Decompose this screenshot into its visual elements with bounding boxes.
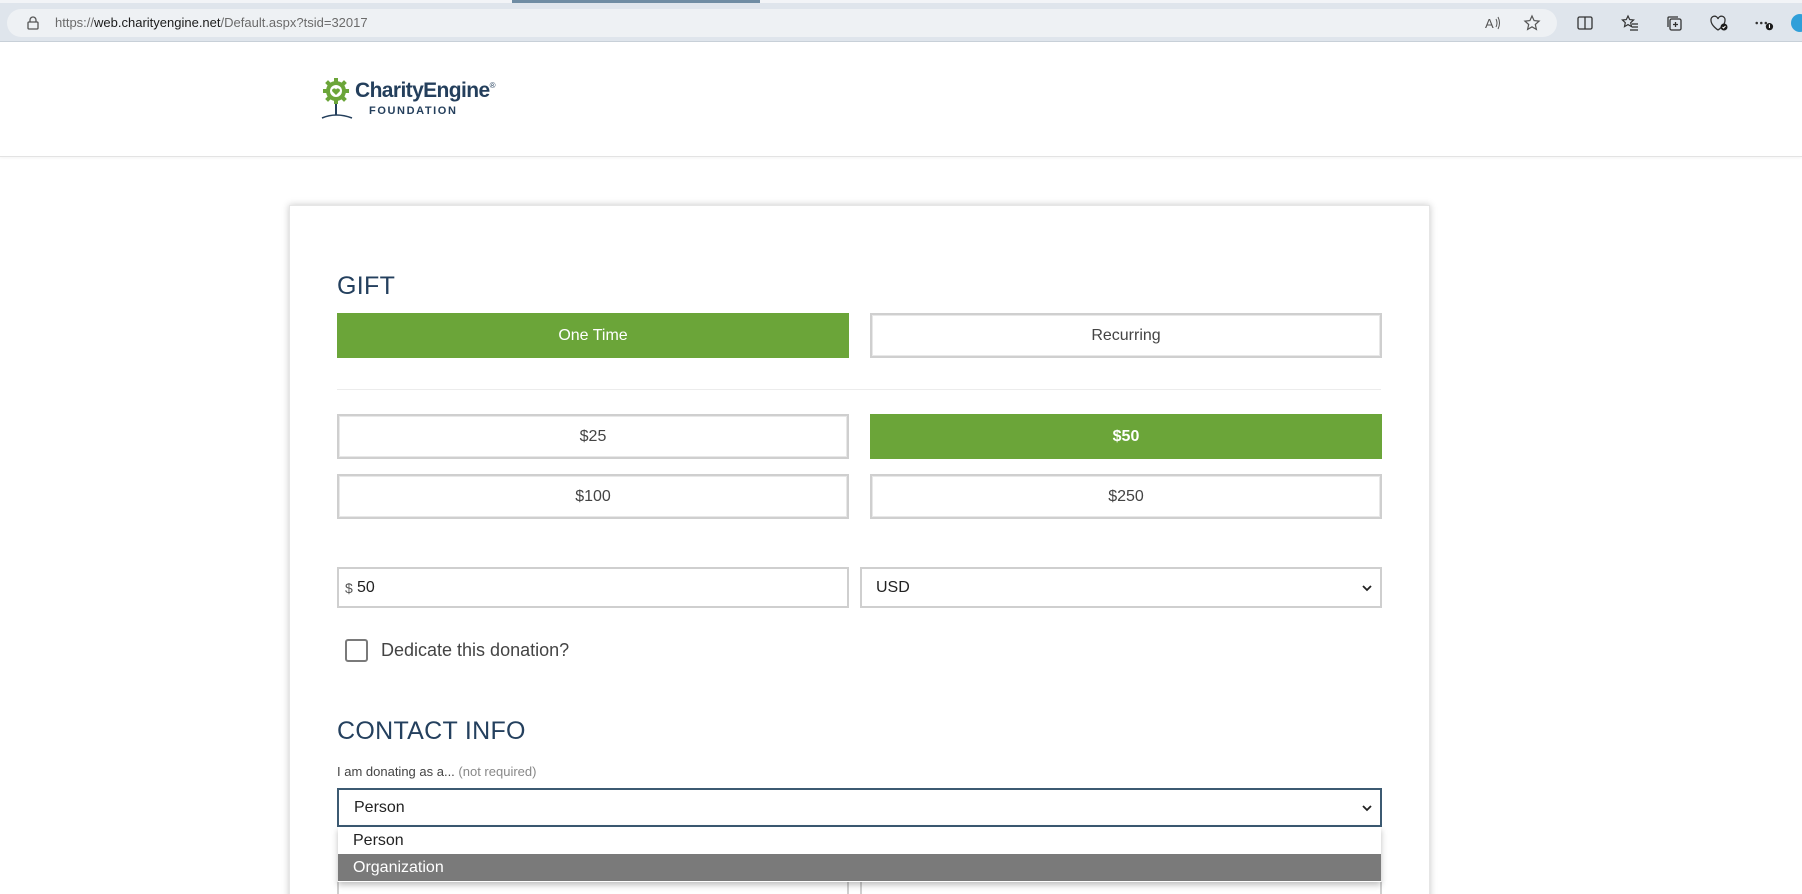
more-icon[interactable] [1754, 13, 1774, 33]
donor-type-select[interactable]: Person [337, 788, 1382, 827]
chevron-down-icon [1362, 805, 1372, 812]
donor-type-label: I am donating as a... (not required) [337, 764, 536, 779]
url-text[interactable]: https://web.charityengine.net/Default.as… [55, 15, 368, 30]
tab-strip [760, 0, 1802, 3]
tab-strip [0, 0, 512, 3]
dropdown-option-person[interactable]: Person [338, 827, 1381, 854]
dedicate-checkbox[interactable] [345, 639, 368, 662]
custom-amount-field[interactable]: $ [337, 567, 849, 608]
section-divider [337, 389, 1381, 390]
favorites-icon[interactable] [1620, 13, 1640, 33]
amount-250-button[interactable]: $250 [870, 474, 1382, 519]
currency-value: USD [876, 578, 910, 596]
amount-100-button[interactable]: $100 [337, 474, 849, 519]
currency-select[interactable]: USD [860, 567, 1382, 608]
first-name-field[interactable] [337, 882, 849, 894]
not-required-hint: (not required) [458, 764, 537, 779]
chevron-down-icon [1362, 585, 1372, 592]
split-screen-icon[interactable] [1575, 13, 1595, 33]
logo-wordmark: CharityEngine® [355, 79, 495, 103]
donation-form-card: GIFT One Time Recurring $25 $50 $100 $25… [289, 205, 1430, 894]
logo-mark-icon [321, 78, 353, 119]
logo-name-text: CharityEngine [355, 79, 490, 102]
recurring-button[interactable]: Recurring [870, 313, 1382, 358]
registered-mark: ® [489, 81, 496, 90]
svg-text:A: A [1485, 16, 1494, 31]
favorite-star-icon[interactable] [1522, 13, 1542, 33]
url-path: /Default.aspx?tsid=32017 [220, 15, 368, 30]
dropdown-option-organization[interactable]: Organization [338, 854, 1381, 881]
contact-section-title: CONTACT INFO [337, 717, 526, 745]
donor-type-dropdown-list: Person Organization [338, 827, 1381, 882]
profile-icon[interactable] [1790, 13, 1802, 33]
browser-toolbar: https://web.charityengine.net/Default.as… [0, 0, 1802, 42]
amount-50-button[interactable]: $50 [870, 414, 1382, 459]
gift-section-title: GIFT [337, 272, 396, 300]
lock-icon[interactable] [25, 15, 41, 31]
amount-input[interactable] [357, 569, 837, 606]
donor-type-value: Person [354, 798, 405, 816]
url-domain: web.charityengine.net [94, 15, 221, 30]
last-name-field[interactable] [860, 882, 1382, 894]
browser-essentials-icon[interactable] [1709, 13, 1729, 33]
dedicate-label[interactable]: Dedicate this donation? [381, 640, 569, 661]
charityengine-logo[interactable]: CharityEngine® FOUNDATION [320, 76, 495, 122]
collections-icon[interactable] [1664, 13, 1684, 33]
site-header: CharityEngine® FOUNDATION [0, 42, 1802, 157]
logo-subtitle: FOUNDATION [369, 105, 458, 117]
currency-symbol: $ [345, 580, 353, 596]
read-aloud-icon[interactable]: A [1483, 13, 1503, 33]
one-time-button[interactable]: One Time [337, 313, 849, 358]
address-bar[interactable]: https://web.charityengine.net/Default.as… [7, 9, 1557, 37]
url-scheme: https:// [55, 15, 95, 30]
donor-type-label-text: I am donating as a... [337, 764, 455, 779]
amount-25-button[interactable]: $25 [337, 414, 849, 459]
